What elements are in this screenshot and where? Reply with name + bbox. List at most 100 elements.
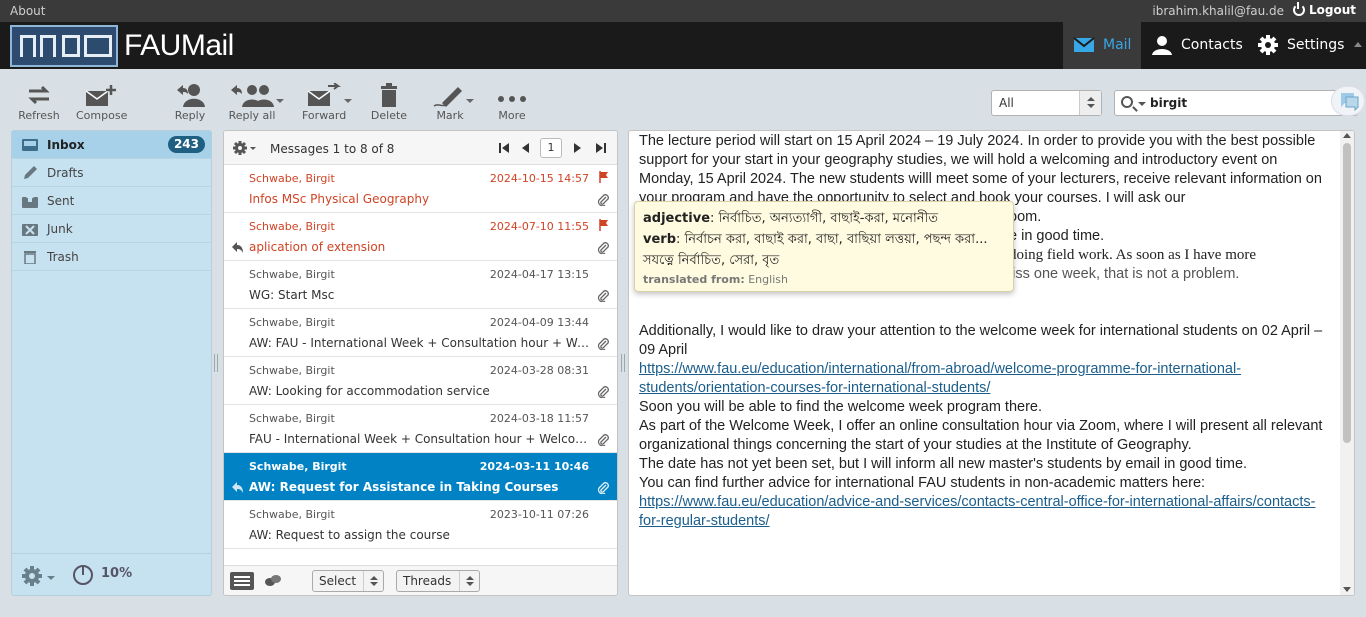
tab-contacts[interactable]: Contacts xyxy=(1141,22,1247,69)
search-icon[interactable] xyxy=(1121,96,1133,108)
chevron-up-icon[interactable] xyxy=(1354,42,1362,47)
folder-junk[interactable]: Junk xyxy=(12,215,211,243)
reply-icon xyxy=(177,84,205,107)
body-paragraph: The date has not yet been set, but I wil… xyxy=(639,456,1248,472)
mail-icon xyxy=(1073,37,1095,52)
delete-button[interactable]: Delete xyxy=(370,83,408,122)
fau-logo[interactable]: FAUMail xyxy=(10,25,240,67)
translate-extension-icon[interactable] xyxy=(1331,86,1365,116)
select-dropdown[interactable]: Select xyxy=(312,570,384,592)
translation-tooltip: adjective: নির্বাচিত, অন্যত্যাগী, বাছাই-… xyxy=(634,201,1014,292)
search-options-icon[interactable] xyxy=(1138,102,1146,106)
tab-settings[interactable]: Settings xyxy=(1247,22,1352,69)
search-box[interactable]: birgit xyxy=(1114,90,1358,116)
message-row-selected[interactable]: Schwabe, Birgit 2024-03-11 10:46 AW: Req… xyxy=(224,453,617,501)
message-list-header: Messages 1 to 8 of 8 1 xyxy=(224,131,617,165)
paperclip-icon xyxy=(597,386,609,398)
reply-all-icon xyxy=(231,85,274,107)
list-view-icon[interactable] xyxy=(230,572,254,590)
person-icon xyxy=(1152,36,1172,55)
message-row[interactable]: Schwabe, Birgit 2024-03-18 11:57 FAU - I… xyxy=(224,405,617,453)
body-paragraph: Additionally, I would like to draw your … xyxy=(639,323,1323,358)
forward-icon xyxy=(307,83,341,106)
refresh-button[interactable]: Refresh xyxy=(18,83,60,122)
refresh-icon xyxy=(28,85,50,105)
reply-all-button[interactable]: Reply all xyxy=(226,83,284,122)
paperclip-icon xyxy=(597,482,609,494)
scroll-up-icon[interactable] xyxy=(1343,133,1351,138)
next-page-icon[interactable] xyxy=(574,143,582,153)
prev-page-icon[interactable] xyxy=(521,143,529,153)
folder-splitter[interactable] xyxy=(214,354,218,372)
folder-trash[interactable]: Trash xyxy=(12,243,211,271)
filter-select[interactable]: All xyxy=(991,90,1102,116)
paperclip-icon xyxy=(597,194,609,206)
user-email: ibrahim.khalil@fau.de xyxy=(1152,4,1284,18)
flag-icon[interactable] xyxy=(599,171,609,183)
folder-footer: 10% xyxy=(12,553,211,595)
page-number-input[interactable]: 1 xyxy=(540,138,562,158)
flag-icon[interactable] xyxy=(599,219,609,231)
last-page-icon[interactable] xyxy=(596,143,606,153)
sent-icon xyxy=(22,194,38,208)
list-options-gear-icon[interactable] xyxy=(232,140,258,156)
threads-view-icon[interactable] xyxy=(264,574,282,588)
pen-icon xyxy=(433,87,462,107)
threads-dropdown[interactable]: Threads xyxy=(396,570,480,592)
more-button[interactable]: More xyxy=(494,83,530,122)
paperclip-icon xyxy=(597,338,609,350)
message-row[interactable]: Schwabe, Birgit 2024-07-10 11:55 aplicat… xyxy=(224,213,617,261)
paperclip-icon xyxy=(597,242,609,254)
forward-button[interactable]: Forward xyxy=(302,83,352,122)
folder-sent[interactable]: Sent xyxy=(12,187,211,215)
reply-all-dropdown-icon[interactable] xyxy=(276,99,284,103)
mark-button[interactable]: Mark xyxy=(430,83,474,122)
first-page-icon[interactable] xyxy=(499,143,509,153)
body-paragraph: You can find further advice for internat… xyxy=(639,475,1206,491)
folder-inbox[interactable]: Inbox 243 xyxy=(12,131,211,159)
message-list: Messages 1 to 8 of 8 1 Schwabe, Birgit 2… xyxy=(223,130,618,596)
preview-scrollbar[interactable] xyxy=(1340,131,1354,595)
quota-pie-icon xyxy=(73,565,93,585)
body-paragraph: The lecture period will start on 15 Apri… xyxy=(639,133,1322,206)
quota-text: 10% xyxy=(101,566,133,581)
paperclip-icon xyxy=(597,434,609,446)
compose-button[interactable]: Compose xyxy=(76,83,127,122)
top-line: About ibrahim.khalil@fau.de Logout xyxy=(0,0,1366,22)
scrollbar-thumb[interactable] xyxy=(1343,143,1351,443)
scroll-down-icon[interactable] xyxy=(1343,587,1351,592)
pencil-icon xyxy=(24,166,37,179)
reply-button[interactable]: Reply xyxy=(170,83,210,122)
paperclip-icon xyxy=(597,290,609,302)
logo-text: FAUMail xyxy=(124,29,234,62)
search-input[interactable]: birgit xyxy=(1150,96,1187,110)
body-paragraph: Soon you will be able to find the welcom… xyxy=(639,399,1042,415)
forward-dropdown-icon[interactable] xyxy=(344,99,352,103)
power-icon xyxy=(1292,2,1305,16)
message-row[interactable]: Schwabe, Birgit 2024-04-09 13:44 AW: FAU… xyxy=(224,309,617,357)
select-arrows-icon xyxy=(363,571,383,591)
junk-icon xyxy=(22,224,38,236)
folder-drafts[interactable]: Drafts xyxy=(12,159,211,187)
message-row[interactable]: Schwabe, Birgit 2023-10-11 07:26 AW: Req… xyxy=(224,501,617,549)
mark-dropdown-icon[interactable] xyxy=(466,99,474,103)
advice-services-link[interactable]: https://www.fau.eu/education/advice-and-… xyxy=(639,494,1315,529)
replied-icon xyxy=(232,242,243,253)
message-row[interactable]: Schwabe, Birgit 2024-10-15 14:57 Infos M… xyxy=(224,165,617,213)
tab-mail[interactable]: Mail xyxy=(1063,22,1141,69)
select-arrows-icon xyxy=(459,571,479,591)
message-row[interactable]: Schwabe, Birgit 2024-04-17 13:15 WG: Sta… xyxy=(224,261,617,309)
header: FAUMail Mail Contacts Settings xyxy=(0,22,1366,69)
more-icon xyxy=(498,96,526,102)
about-link[interactable]: About xyxy=(10,4,45,18)
folder-settings-gear-icon[interactable] xyxy=(21,565,57,587)
message-row[interactable]: Schwabe, Birgit 2024-03-28 08:31 AW: Loo… xyxy=(224,357,617,405)
folder-list: Inbox 243 Drafts Sent Junk Trash 10% xyxy=(11,130,212,596)
logout-button[interactable]: Logout xyxy=(1292,2,1356,17)
gear-icon xyxy=(1258,35,1278,55)
message-preview: The lecture period will start on 15 Apri… xyxy=(628,130,1355,596)
welcome-programme-link[interactable]: https://www.fau.eu/education/internation… xyxy=(639,361,1241,396)
trash-icon xyxy=(381,83,397,107)
message-count: Messages 1 to 8 of 8 xyxy=(270,142,395,156)
list-splitter[interactable] xyxy=(621,354,625,372)
